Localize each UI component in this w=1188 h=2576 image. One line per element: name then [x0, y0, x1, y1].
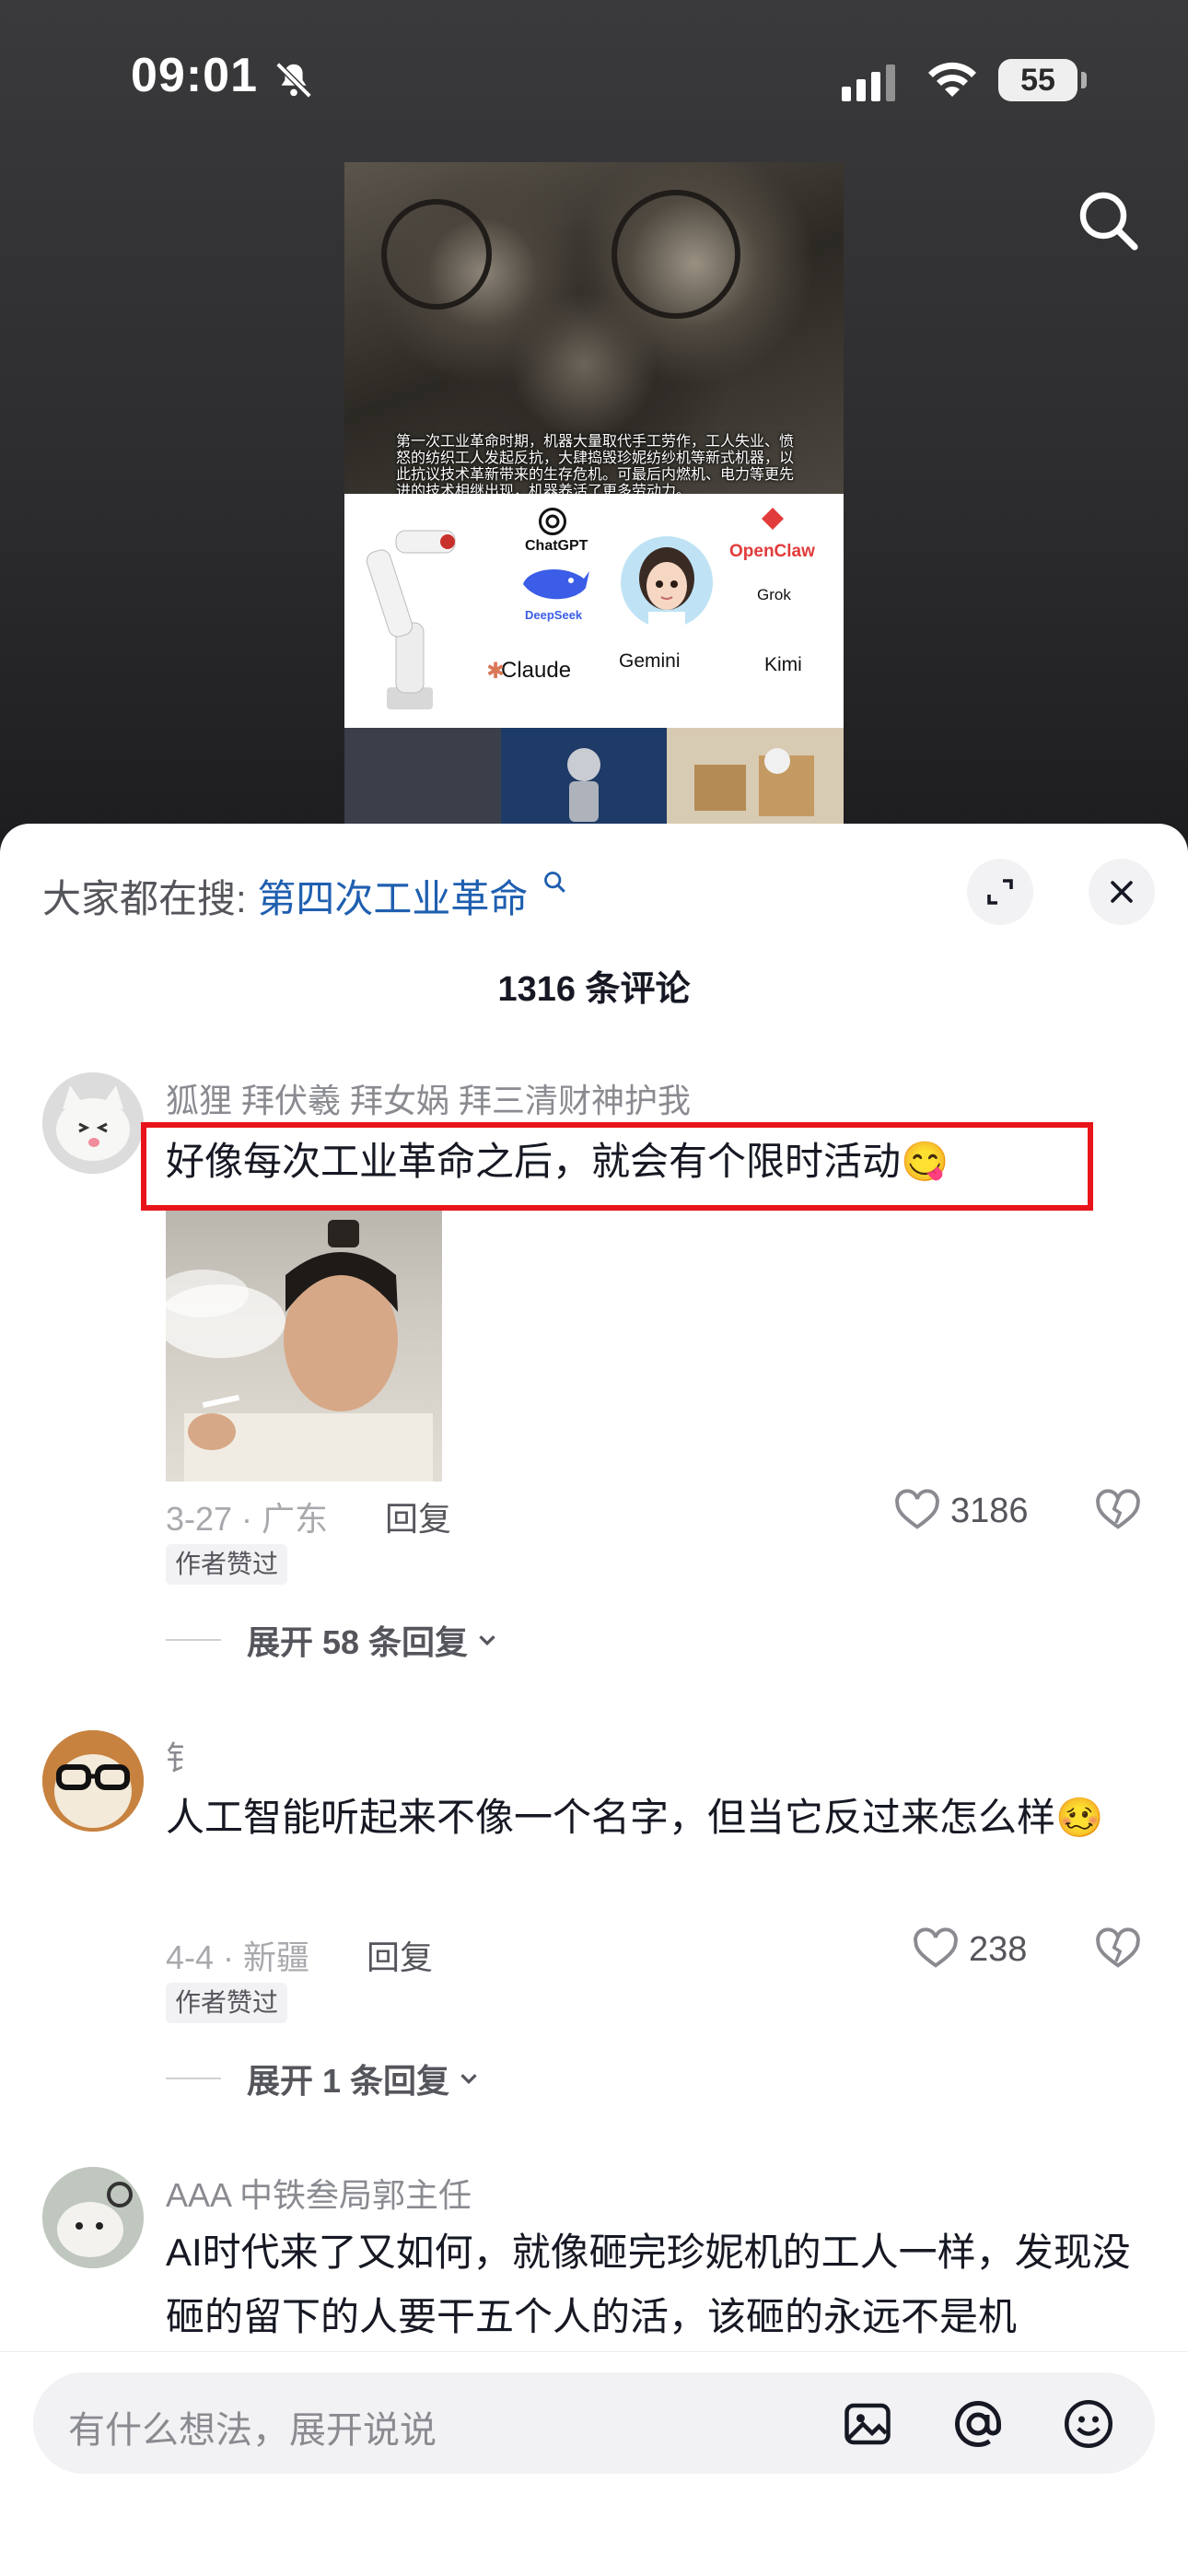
- comment-image[interactable]: [166, 1211, 442, 1481]
- logo-grok: Grok: [757, 586, 791, 603]
- reply-button[interactable]: 回复: [367, 1931, 433, 1979]
- comment-username[interactable]: 狐狸 拜伏羲 拜女娲 拜三清财神护我: [166, 1074, 691, 1122]
- like-count: 238: [969, 1929, 1028, 1969]
- divider-line: [166, 2078, 221, 2079]
- spinning-wheel-left: [381, 199, 492, 310]
- logo-gemini: Gemini: [619, 650, 681, 672]
- comment-date-location: 4-4 · 新疆: [166, 1938, 310, 1976]
- close-icon: [1111, 881, 1133, 903]
- hot-search-prefix: 大家都在搜:: [42, 877, 247, 920]
- battery-indicator: 55: [998, 59, 1077, 101]
- author-liked-badge: 作者赞过: [166, 1983, 288, 2023]
- image-upload-icon[interactable]: [840, 2396, 895, 2452]
- comment-text: 人工智能听起来不像一个名字，但当它反过来怎么样🥴: [166, 1796, 1104, 1839]
- comment-text: AI时代来了又如何，就像砸完珍妮机的工人一样，发现没砸的留下的人要干五个人的活，…: [166, 2231, 1131, 2338]
- spinning-wheel-right: [611, 190, 740, 319]
- expand-icon: [987, 879, 1013, 905]
- bell-slash-icon: [275, 62, 312, 99]
- expand-replies-button[interactable]: 展开 58 条回复: [166, 1616, 501, 1664]
- ai-logos-collage: ChatGPT DeepSeek Claude ✱ OpenClaw Grok …: [344, 494, 844, 728]
- wifi-icon: [928, 62, 976, 97]
- expand-replies-label: 展开 58 条回复: [247, 1623, 469, 1661]
- video-area[interactable]: 09:01 55 第一次工业革命时期，机器大量取代手工劳作，工人失业、愤怒的纺织…: [0, 0, 1188, 829]
- search-icon[interactable]: [1076, 188, 1142, 254]
- avatar[interactable]: [42, 1072, 144, 1174]
- comment-username[interactable]: AAA 中铁叁局郭主任: [166, 2169, 472, 2217]
- comment-date-location: 3-27 · 广东: [166, 1500, 329, 1538]
- expand-replies-label: 展开 1 条回复: [247, 2062, 450, 2100]
- battery-nub: [1081, 72, 1087, 88]
- luddite-illustration: 第一次工业革命时期，机器大量取代手工劳作，工人失业、愤怒的纺织工人发起反抗，大肆…: [344, 162, 844, 499]
- close-panel-button[interactable]: [1089, 859, 1155, 925]
- expand-replies-button[interactable]: 展开 1 条回复: [166, 2055, 483, 2102]
- expand-panel-button[interactable]: [967, 859, 1033, 925]
- logo-claude: Claude: [501, 658, 572, 683]
- highlight-annotation-box: [141, 1122, 1093, 1211]
- at-mention-icon[interactable]: [950, 2396, 1006, 2452]
- status-bar: 09:01 55: [0, 0, 1188, 157]
- avatar[interactable]: [42, 1730, 144, 1832]
- hot-search-keyword[interactable]: 第四次工业革命: [257, 877, 528, 920]
- assistant-avatar-image: [621, 536, 713, 628]
- like-button[interactable]: 238: [912, 1926, 1027, 1973]
- cellular-signal-icon: [842, 64, 895, 101]
- emoji-icon[interactable]: [1061, 2396, 1116, 2452]
- openai-icon: [539, 508, 566, 535]
- chevron-down-icon: [479, 1635, 495, 1646]
- comment-username[interactable]: 钅: [166, 1732, 199, 1780]
- chevron-down-icon: [460, 2074, 477, 2085]
- logo-chatgpt: ChatGPT: [525, 538, 588, 554]
- robots-photo-strip: [344, 728, 844, 829]
- heart-icon: [914, 1927, 958, 1968]
- video-poster[interactable]: 第一次工业革命时期，机器大量取代手工劳作，工人失业、愤怒的纺织工人发起反抗，大肆…: [344, 162, 844, 829]
- openclaw-icon: [762, 508, 784, 530]
- like-button[interactable]: 3186: [893, 1487, 1029, 1535]
- avatar[interactable]: [42, 2167, 144, 2268]
- hot-search-bar[interactable]: 大家都在搜: 第四次工业革命: [42, 868, 568, 924]
- comment-input-placeholder: 有什么想法，展开说说: [68, 2410, 437, 2451]
- deepseek-whale-icon: [523, 568, 589, 600]
- poster-caption: 第一次工业革命时期，机器大量取代手工劳作，工人失业、愤怒的纺织工人发起反抗，大肆…: [396, 432, 795, 499]
- logo-openclaw: OpenClaw: [729, 542, 815, 561]
- comment-count: 1316 条评论: [497, 970, 691, 1009]
- reply-button[interactable]: 回复: [385, 1493, 451, 1540]
- comment-input-area: 有什么想法，展开说说: [0, 2351, 1188, 2576]
- dislike-broken-heart-icon[interactable]: [1094, 1926, 1142, 1973]
- robot-arm-image: [366, 530, 456, 709]
- dislike-broken-heart-icon[interactable]: [1094, 1487, 1142, 1535]
- status-time: 09:01: [131, 49, 258, 102]
- search-small-icon: [544, 872, 565, 893]
- heart-icon: [895, 1489, 939, 1529]
- claude-asterisk-icon: ✱: [486, 658, 506, 684]
- like-count: 3186: [950, 1491, 1029, 1530]
- logo-kimi: Kimi: [764, 654, 802, 675]
- author-liked-badge: 作者赞过: [166, 1544, 288, 1585]
- logo-deepseek: DeepSeek: [525, 608, 583, 622]
- divider-line: [166, 1639, 221, 1641]
- comment-input[interactable]: 有什么想法，展开说说: [33, 2372, 1155, 2474]
